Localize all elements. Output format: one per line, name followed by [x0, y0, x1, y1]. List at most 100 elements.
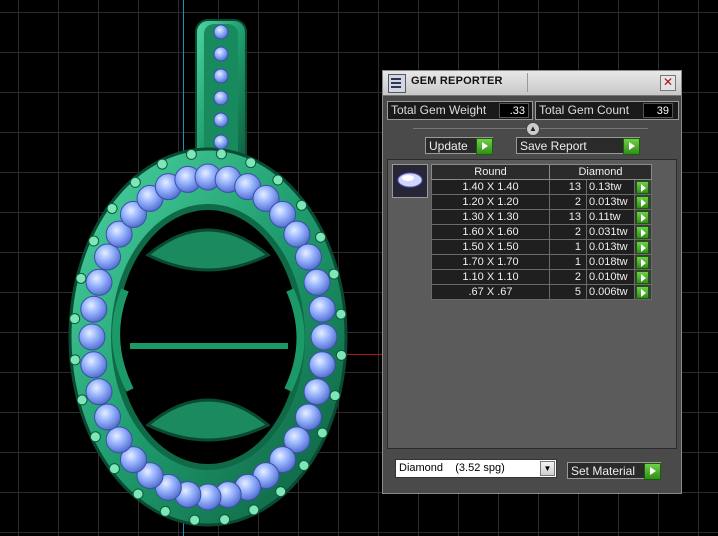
- gem-reporter-panel: GEM REPORTER ✕ Total Gem Weight .33 Tota…: [382, 70, 682, 494]
- update-button[interactable]: Update: [425, 137, 493, 155]
- chevron-down-icon[interactable]: ▼: [540, 461, 555, 476]
- gem-report-area: Round Diamond 1.40 X 1.40 13 0.13tw 1.20 X …: [387, 159, 677, 449]
- close-icon[interactable]: ✕: [660, 75, 676, 91]
- accent-stone: [106, 202, 118, 214]
- save-report-button[interactable]: Save Report: [516, 137, 640, 155]
- update-button-label: Update: [429, 139, 468, 153]
- accent-stone: [335, 308, 347, 320]
- gem-stone: [213, 24, 229, 40]
- accent-stone: [245, 157, 257, 169]
- table-row[interactable]: 1.50 X 1.50 1 0.013tw: [431, 239, 652, 255]
- table-row[interactable]: 1.30 X 1.30 13 0.11tw: [431, 209, 652, 225]
- gem-size: 1.40 X 1.40: [431, 179, 550, 195]
- gem-weight: 0.013tw: [586, 239, 635, 255]
- total-gem-count-value: 39: [643, 103, 673, 118]
- gem-stone: [303, 378, 331, 406]
- round-gem-icon[interactable]: [392, 164, 428, 198]
- gem-count: 13: [549, 209, 587, 225]
- accent-stone: [275, 486, 287, 498]
- table-row[interactable]: .67 X .67 5 0.006tw: [431, 284, 652, 300]
- accent-stone: [219, 514, 231, 526]
- panel-titlebar[interactable]: GEM REPORTER ✕: [383, 71, 681, 96]
- accent-stone: [69, 354, 81, 366]
- row-action-button[interactable]: [634, 224, 652, 240]
- accent-stone: [185, 148, 197, 160]
- table-row[interactable]: 1.10 X 1.10 2 0.010tw: [431, 269, 652, 285]
- accent-stone: [132, 488, 144, 500]
- gem-size: 1.30 X 1.30: [431, 209, 550, 225]
- total-gem-weight: Total Gem Weight .33: [387, 101, 533, 120]
- gem-reporter-icon: [388, 74, 406, 93]
- gem-size: 1.20 X 1.20: [431, 194, 550, 210]
- gem-size: 1.10 X 1.10: [431, 269, 550, 285]
- set-material-button-label: Set Material: [571, 464, 636, 478]
- play-arrow-icon: [623, 138, 640, 155]
- play-arrow-icon: [636, 286, 649, 299]
- gem-count: 2: [549, 224, 587, 240]
- accent-stone: [272, 174, 284, 186]
- material-select[interactable]: Diamond (3.52 spg) ▼: [395, 459, 557, 478]
- collapse-icon[interactable]: ▲: [526, 122, 540, 136]
- row-action-button[interactable]: [634, 209, 652, 225]
- save-report-button-label: Save Report: [520, 139, 587, 153]
- table-row[interactable]: 1.40 X 1.40 13 0.13tw: [431, 179, 652, 195]
- gem-size: .67 X .67: [431, 284, 550, 300]
- gem-stone: [78, 323, 106, 351]
- accent-stone: [76, 394, 88, 406]
- accent-stone: [298, 460, 310, 472]
- accent-stone: [248, 504, 260, 516]
- gem-stone: [94, 403, 122, 431]
- gem-stone: [294, 243, 322, 271]
- accent-stone: [315, 231, 327, 243]
- gem-stone: [283, 220, 311, 248]
- row-action-button[interactable]: [634, 254, 652, 270]
- gem-stone: [310, 323, 338, 351]
- column-header-material: Diamond: [549, 164, 652, 180]
- total-gem-weight-value: .33: [499, 103, 529, 118]
- accent-stone: [335, 349, 347, 361]
- gem-weight: 0.010tw: [586, 269, 635, 285]
- gem-count: 2: [549, 194, 587, 210]
- play-arrow-icon: [476, 138, 493, 155]
- column-header-shape: Round: [431, 164, 550, 180]
- gem-report-table: Round Diamond 1.40 X 1.40 13 0.13tw 1.20 X …: [431, 164, 652, 300]
- accent-stone: [89, 431, 101, 443]
- gem-size: 1.60 X 1.60: [431, 224, 550, 240]
- gem-stone: [213, 68, 229, 84]
- accent-stone: [156, 158, 168, 170]
- gem-count: 13: [549, 179, 587, 195]
- material-select-value: Diamond (3.52 spg): [399, 462, 505, 474]
- accent-stone: [215, 148, 227, 160]
- play-arrow-icon: [636, 211, 649, 224]
- play-arrow-icon: [644, 463, 661, 480]
- gem-count: 1: [549, 254, 587, 270]
- gem-stone: [85, 378, 113, 406]
- row-action-button[interactable]: [634, 179, 652, 195]
- title-separator: [527, 73, 528, 92]
- row-action-button[interactable]: [634, 284, 652, 300]
- accent-stone: [296, 199, 308, 211]
- accent-stone: [189, 514, 201, 526]
- play-arrow-icon: [636, 241, 649, 254]
- play-arrow-icon: [636, 196, 649, 209]
- accent-stone: [75, 272, 87, 284]
- row-action-button[interactable]: [634, 239, 652, 255]
- set-material-button[interactable]: Set Material: [567, 462, 661, 480]
- gem-stone: [213, 134, 229, 150]
- panel-title: GEM REPORTER: [411, 75, 503, 87]
- play-arrow-icon: [636, 271, 649, 284]
- table-row[interactable]: 1.20 X 1.20 2 0.013tw: [431, 194, 652, 210]
- total-gem-weight-label: Total Gem Weight: [391, 103, 487, 117]
- total-gem-count-label: Total Gem Count: [539, 103, 630, 117]
- gem-count: 2: [549, 269, 587, 285]
- table-row[interactable]: 1.70 X 1.70 1 0.018tw: [431, 254, 652, 270]
- table-row[interactable]: 1.60 X 1.60 2 0.031tw: [431, 224, 652, 240]
- row-action-button[interactable]: [634, 194, 652, 210]
- gem-stone: [213, 90, 229, 106]
- gem-stone: [308, 351, 336, 379]
- accent-stone: [328, 268, 340, 280]
- row-action-button[interactable]: [634, 269, 652, 285]
- gem-size: 1.70 X 1.70: [431, 254, 550, 270]
- accent-stone: [329, 390, 341, 402]
- gem-weight: 0.13tw: [586, 179, 635, 195]
